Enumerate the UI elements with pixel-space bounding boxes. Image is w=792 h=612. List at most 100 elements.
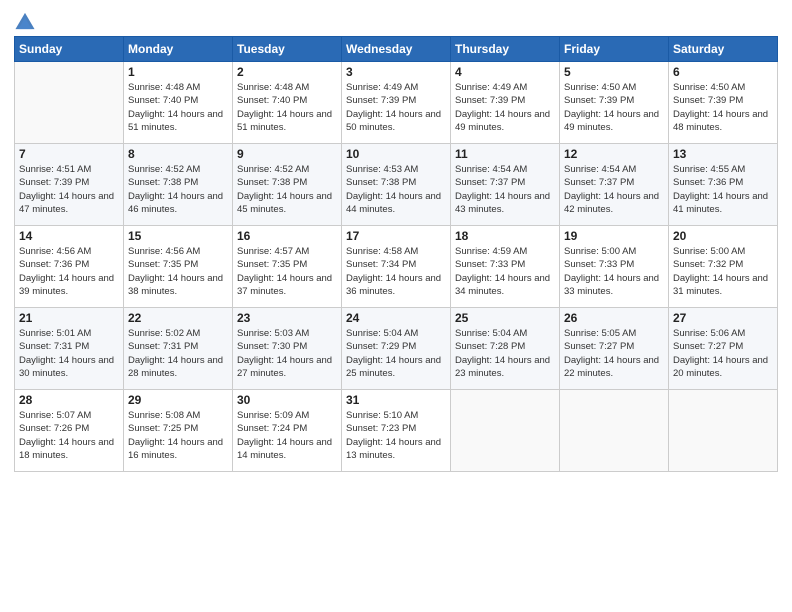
day-number: 20 (673, 229, 773, 243)
week-row-2: 7 Sunrise: 4:51 AM Sunset: 7:39 PM Daylig… (15, 144, 778, 226)
day-cell: 23 Sunrise: 5:03 AM Sunset: 7:30 PM Dayli… (233, 308, 342, 390)
day-number: 17 (346, 229, 446, 243)
day-number: 28 (19, 393, 119, 407)
day-info: Sunrise: 5:00 AM Sunset: 7:33 PM Dayligh… (564, 245, 664, 298)
day-info: Sunrise: 5:03 AM Sunset: 7:30 PM Dayligh… (237, 327, 337, 380)
day-info: Sunrise: 4:49 AM Sunset: 7:39 PM Dayligh… (455, 81, 555, 134)
day-number: 2 (237, 65, 337, 79)
day-number: 23 (237, 311, 337, 325)
weekday-header-monday: Monday (124, 37, 233, 62)
day-info: Sunrise: 4:50 AM Sunset: 7:39 PM Dayligh… (564, 81, 664, 134)
day-number: 13 (673, 147, 773, 161)
day-number: 24 (346, 311, 446, 325)
day-info: Sunrise: 4:48 AM Sunset: 7:40 PM Dayligh… (237, 81, 337, 134)
day-info: Sunrise: 4:58 AM Sunset: 7:34 PM Dayligh… (346, 245, 446, 298)
week-row-5: 28 Sunrise: 5:07 AM Sunset: 7:26 PM Dayli… (15, 390, 778, 472)
day-cell: 26 Sunrise: 5:05 AM Sunset: 7:27 PM Dayli… (560, 308, 669, 390)
day-cell: 20 Sunrise: 5:00 AM Sunset: 7:32 PM Dayli… (669, 226, 778, 308)
day-cell: 29 Sunrise: 5:08 AM Sunset: 7:25 PM Dayli… (124, 390, 233, 472)
day-number: 31 (346, 393, 446, 407)
day-number: 1 (128, 65, 228, 79)
weekday-header-sunday: Sunday (15, 37, 124, 62)
day-cell: 21Sunrise: 5:01 AM Sunset: 7:31 PM Dayli… (15, 308, 124, 390)
day-cell: 10Sunrise: 4:53 AM Sunset: 7:38 PM Dayli… (342, 144, 451, 226)
day-number: 14 (19, 229, 119, 243)
day-cell: 11 Sunrise: 4:54 AM Sunset: 7:37 PM Dayli… (451, 144, 560, 226)
day-cell: 5 Sunrise: 4:50 AM Sunset: 7:39 PM Daylig… (560, 62, 669, 144)
day-cell: 30 Sunrise: 5:09 AM Sunset: 7:24 PM Dayli… (233, 390, 342, 472)
day-info: Sunrise: 5:04 AM Sunset: 7:28 PM Dayligh… (455, 327, 555, 380)
day-info: Sunrise: 4:51 AM Sunset: 7:39 PM Dayligh… (19, 163, 119, 216)
weekday-header-wednesday: Wednesday (342, 37, 451, 62)
day-info: Sunrise: 5:08 AM Sunset: 7:25 PM Dayligh… (128, 409, 228, 462)
day-cell: 8Sunrise: 4:52 AM Sunset: 7:38 PM Daylig… (124, 144, 233, 226)
day-info: Sunrise: 4:49 AM Sunset: 7:39 PM Dayligh… (346, 81, 446, 134)
day-cell: 31 Sunrise: 5:10 AM Sunset: 7:23 PM Dayli… (342, 390, 451, 472)
day-number: 11 (455, 147, 555, 161)
day-info: Sunrise: 4:50 AM Sunset: 7:39 PM Dayligh… (673, 81, 773, 134)
day-info: Sunrise: 4:59 AM Sunset: 7:33 PM Dayligh… (455, 245, 555, 298)
day-info: Sunrise: 4:54 AM Sunset: 7:37 PM Dayligh… (564, 163, 664, 216)
weekday-header-thursday: Thursday (451, 37, 560, 62)
day-info: Sunrise: 5:02 AM Sunset: 7:31 PM Dayligh… (128, 327, 228, 380)
day-cell (560, 390, 669, 472)
day-info: Sunrise: 4:54 AM Sunset: 7:37 PM Dayligh… (455, 163, 555, 216)
day-info: Sunrise: 4:52 AM Sunset: 7:38 PM Dayligh… (237, 163, 337, 216)
day-number: 3 (346, 65, 446, 79)
day-cell: 18 Sunrise: 4:59 AM Sunset: 7:33 PM Dayli… (451, 226, 560, 308)
day-number: 29 (128, 393, 228, 407)
day-cell: 24 Sunrise: 5:04 AM Sunset: 7:29 PM Dayli… (342, 308, 451, 390)
day-number: 10 (346, 147, 446, 161)
day-info: Sunrise: 4:56 AM Sunset: 7:36 PM Dayligh… (19, 245, 119, 298)
day-cell (451, 390, 560, 472)
day-cell: 13 Sunrise: 4:55 AM Sunset: 7:36 PM Dayli… (669, 144, 778, 226)
day-info: Sunrise: 4:56 AM Sunset: 7:35 PM Dayligh… (128, 245, 228, 298)
day-cell: 4 Sunrise: 4:49 AM Sunset: 7:39 PM Daylig… (451, 62, 560, 144)
logo (14, 10, 40, 32)
page-container: SundayMondayTuesdayWednesdayThursdayFrid… (0, 0, 792, 612)
weekday-header-tuesday: Tuesday (233, 37, 342, 62)
day-number: 9 (237, 147, 337, 161)
day-number: 19 (564, 229, 664, 243)
day-number: 12 (564, 147, 664, 161)
day-number: 5 (564, 65, 664, 79)
day-info: Sunrise: 5:05 AM Sunset: 7:27 PM Dayligh… (564, 327, 664, 380)
day-info: Sunrise: 5:04 AM Sunset: 7:29 PM Dayligh… (346, 327, 446, 380)
day-number: 15 (128, 229, 228, 243)
day-cell: 12 Sunrise: 4:54 AM Sunset: 7:37 PM Dayli… (560, 144, 669, 226)
day-cell: 27Sunrise: 5:06 AM Sunset: 7:27 PM Dayli… (669, 308, 778, 390)
day-info: Sunrise: 4:55 AM Sunset: 7:36 PM Dayligh… (673, 163, 773, 216)
day-cell (669, 390, 778, 472)
day-info: Sunrise: 4:48 AM Sunset: 7:40 PM Dayligh… (128, 81, 228, 134)
day-info: Sunrise: 5:00 AM Sunset: 7:32 PM Dayligh… (673, 245, 773, 298)
day-cell: 14 Sunrise: 4:56 AM Sunset: 7:36 PM Dayli… (15, 226, 124, 308)
weekday-header-friday: Friday (560, 37, 669, 62)
day-cell (15, 62, 124, 144)
weekday-header-saturday: Saturday (669, 37, 778, 62)
day-cell: 3 Sunrise: 4:49 AM Sunset: 7:39 PM Daylig… (342, 62, 451, 144)
week-row-3: 14 Sunrise: 4:56 AM Sunset: 7:36 PM Dayli… (15, 226, 778, 308)
day-number: 26 (564, 311, 664, 325)
day-cell: 6Sunrise: 4:50 AM Sunset: 7:39 PM Daylig… (669, 62, 778, 144)
day-number: 18 (455, 229, 555, 243)
header (14, 10, 778, 32)
day-info: Sunrise: 4:52 AM Sunset: 7:38 PM Dayligh… (128, 163, 228, 216)
day-info: Sunrise: 5:09 AM Sunset: 7:24 PM Dayligh… (237, 409, 337, 462)
calendar: SundayMondayTuesdayWednesdayThursdayFrid… (14, 36, 778, 472)
day-info: Sunrise: 5:01 AM Sunset: 7:31 PM Dayligh… (19, 327, 119, 380)
day-cell: 7 Sunrise: 4:51 AM Sunset: 7:39 PM Daylig… (15, 144, 124, 226)
day-cell: 15 Sunrise: 4:56 AM Sunset: 7:35 PM Dayli… (124, 226, 233, 308)
day-number: 7 (19, 147, 119, 161)
day-cell: 19 Sunrise: 5:00 AM Sunset: 7:33 PM Dayli… (560, 226, 669, 308)
day-info: Sunrise: 5:07 AM Sunset: 7:26 PM Dayligh… (19, 409, 119, 462)
day-info: Sunrise: 4:57 AM Sunset: 7:35 PM Dayligh… (237, 245, 337, 298)
day-cell: 2 Sunrise: 4:48 AM Sunset: 7:40 PM Daylig… (233, 62, 342, 144)
day-cell: 17 Sunrise: 4:58 AM Sunset: 7:34 PM Dayli… (342, 226, 451, 308)
day-cell: 25Sunrise: 5:04 AM Sunset: 7:28 PM Dayli… (451, 308, 560, 390)
day-info: Sunrise: 5:06 AM Sunset: 7:27 PM Dayligh… (673, 327, 773, 380)
day-number: 30 (237, 393, 337, 407)
day-number: 16 (237, 229, 337, 243)
day-number: 4 (455, 65, 555, 79)
day-info: Sunrise: 5:10 AM Sunset: 7:23 PM Dayligh… (346, 409, 446, 462)
week-row-4: 21Sunrise: 5:01 AM Sunset: 7:31 PM Dayli… (15, 308, 778, 390)
